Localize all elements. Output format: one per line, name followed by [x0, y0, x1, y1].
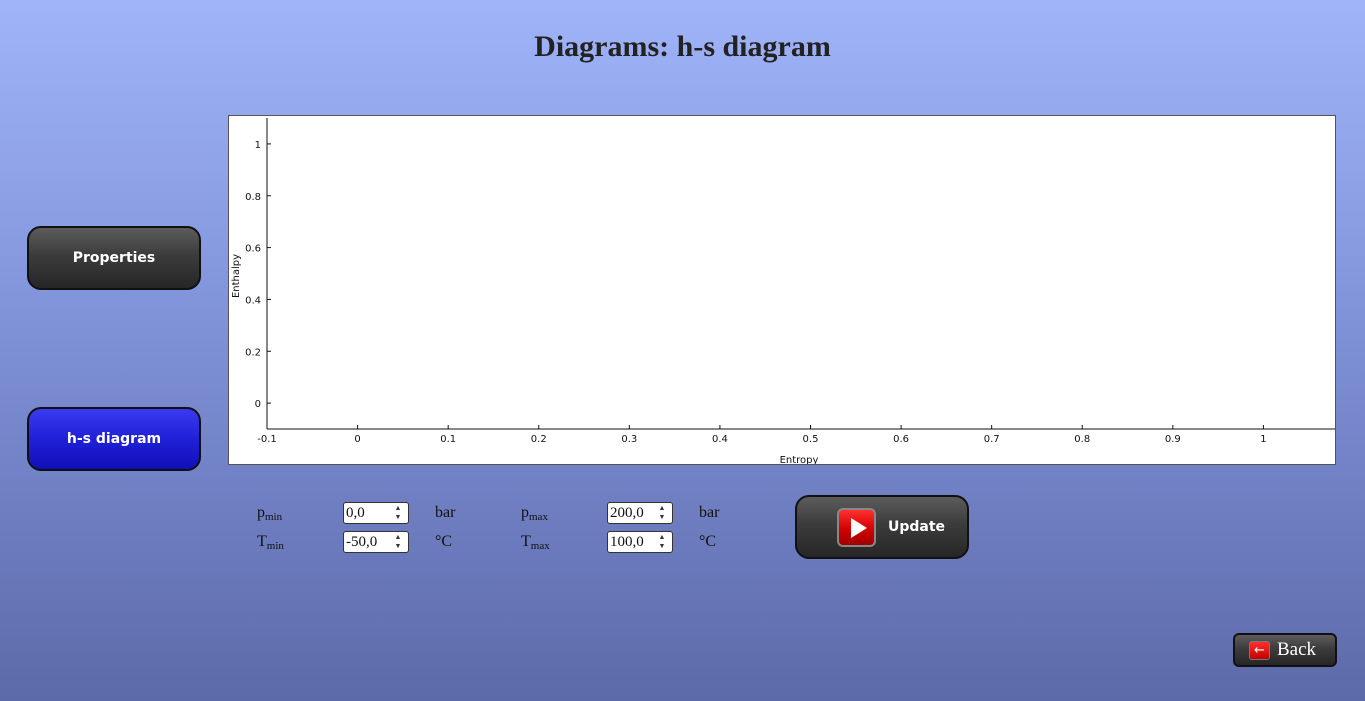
x-tick-label: 0.4	[712, 434, 728, 445]
pmin-spinbox[interactable]: ▲ ▼	[343, 502, 409, 524]
x-tick-label: 0.8	[1074, 434, 1090, 445]
play-icon	[837, 508, 876, 547]
x-tick-label: 0.6	[893, 434, 909, 445]
tmin-spinbox[interactable]: ▲ ▼	[343, 531, 409, 553]
hs-chart-svg: -0.100.10.20.30.40.50.60.70.80.911.100.2…	[231, 118, 1335, 465]
y-tick-label: 0	[255, 399, 261, 410]
update-button-label: Update	[888, 519, 946, 535]
tmin-label: Tmin	[257, 533, 284, 552]
hs-chart: -0.100.10.20.30.40.50.60.70.80.911.100.2…	[228, 115, 1336, 465]
x-tick-label: 0.9	[1165, 434, 1181, 445]
x-tick-label: 0.1	[440, 434, 456, 445]
tmin-down-icon[interactable]: ▼	[390, 542, 406, 551]
y-tick-label: 0.2	[245, 347, 261, 358]
hs-diagram-button-label: h-s diagram	[66, 431, 162, 447]
pmax-up-icon[interactable]: ▲	[654, 504, 670, 513]
pmax-unit: bar	[699, 504, 720, 521]
properties-button-label: Properties	[72, 250, 156, 266]
tmin-up-icon[interactable]: ▲	[390, 533, 406, 542]
pmax-spinbox[interactable]: ▲ ▼	[607, 502, 673, 524]
back-button[interactable]: ← Back	[1233, 633, 1337, 667]
pmin-down-icon[interactable]: ▼	[390, 513, 406, 522]
hs-diagram-button[interactable]: h-s diagram	[27, 407, 201, 471]
x-tick-label: 0	[354, 434, 360, 445]
x-tick-label: 0.2	[531, 434, 547, 445]
tmin-input[interactable]	[346, 533, 392, 551]
y-tick-label: 1	[255, 140, 261, 151]
pmin-input[interactable]	[346, 504, 392, 522]
x-tick-label: 0.7	[984, 434, 1000, 445]
y-tick-label: 0.4	[245, 295, 261, 306]
arrow-left-icon: ←	[1249, 641, 1270, 660]
tmax-unit: °C	[699, 533, 717, 550]
page-title: Diagrams: h-s diagram	[534, 30, 831, 63]
pmax-down-icon[interactable]: ▼	[654, 513, 670, 522]
x-tick-label: -0.1	[257, 434, 277, 445]
x-tick-label: 1	[1260, 434, 1266, 445]
pmax-label: pmax	[521, 504, 548, 523]
tmax-up-icon[interactable]: ▲	[654, 533, 670, 542]
pmin-unit: bar	[435, 504, 456, 521]
y-tick-label: 0.6	[245, 244, 261, 255]
pmin-up-icon[interactable]: ▲	[390, 504, 406, 513]
pmax-input[interactable]	[610, 504, 656, 522]
x-axis-title: Entropy	[780, 455, 819, 465]
update-button[interactable]: Update	[795, 495, 969, 559]
y-tick-label: 0.8	[245, 192, 261, 203]
tmax-spinbox[interactable]: ▲ ▼	[607, 531, 673, 553]
y-axis-title: Enthalpy	[231, 254, 242, 298]
x-tick-label: 0.3	[621, 434, 637, 445]
pmin-label: pmin	[257, 504, 283, 523]
x-tick-label: 0.5	[803, 434, 819, 445]
tmax-input[interactable]	[610, 533, 656, 551]
tmax-label: Tmax	[521, 533, 550, 552]
tmax-down-icon[interactable]: ▼	[654, 542, 670, 551]
back-button-label: Back	[1277, 639, 1317, 660]
properties-button[interactable]: Properties	[27, 226, 201, 290]
tmin-unit: °C	[435, 533, 453, 550]
